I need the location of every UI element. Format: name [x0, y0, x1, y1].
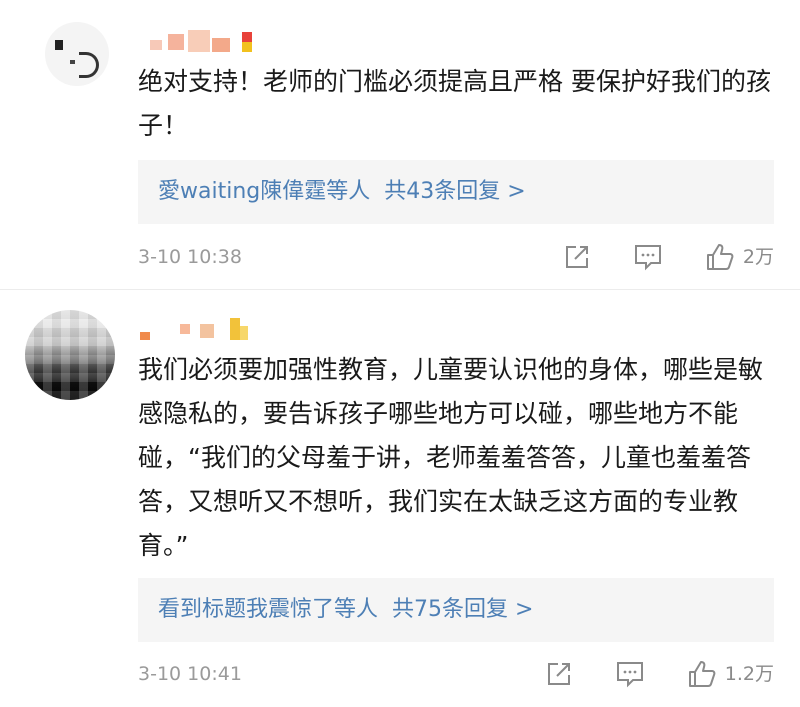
comment-text: 绝对支持！老师的门槛必须提高且严格 要保护好我们的孩子！: [138, 67, 771, 140]
reply-summary[interactable]: 愛waiting陳偉霆等人 共43条回复 >: [138, 160, 774, 224]
share-button[interactable]: [563, 243, 591, 271]
timestamp: 3-10 10:41: [138, 663, 242, 685]
like-button[interactable]: 1.2万: [687, 654, 774, 694]
share-icon: [565, 246, 588, 268]
comment-icon: [616, 662, 643, 688]
timestamp: 3-10 10:38: [138, 246, 242, 268]
reply-users[interactable]: 愛waiting陳偉霆等人: [158, 160, 370, 224]
thumbs-up-icon: [706, 244, 734, 270]
reply-users[interactable]: 看到标题我震惊了等人: [158, 578, 378, 642]
comment-meta: 3-10 10:41 1.2万: [138, 654, 774, 694]
comment-item: 我们必须要加强性教育，儿童要认识他的身体，哪些是敏感隐私的，要告诉孩子哪些地方可…: [0, 290, 800, 707]
avatar[interactable]: [45, 22, 109, 86]
username-blurred[interactable]: [150, 30, 270, 52]
share-button[interactable]: [545, 660, 573, 688]
action-bar: 1.2万: [545, 654, 774, 694]
username-blurred[interactable]: [140, 318, 260, 340]
avatar[interactable]: [25, 310, 115, 400]
like-count: 1.2万: [724, 663, 774, 685]
comment-button[interactable]: [615, 660, 645, 688]
reply-count-link[interactable]: 共43条回复 >: [384, 160, 525, 224]
comment-item: 绝对支持！老师的门槛必须提高且严格 要保护好我们的孩子！ 愛waiting陳偉霆…: [0, 0, 800, 290]
like-button[interactable]: 2万: [705, 237, 774, 277]
reply-summary[interactable]: 看到标题我震惊了等人 共75条回复 >: [138, 578, 774, 642]
action-bar: 2万: [563, 237, 774, 277]
share-icon: [547, 663, 570, 685]
reply-count-link[interactable]: 共75条回复 >: [392, 578, 533, 642]
comment-meta: 3-10 10:38 2万: [138, 237, 774, 277]
thumbs-up-icon: [688, 661, 716, 687]
like-count: 2万: [742, 246, 774, 268]
comment-button[interactable]: [633, 243, 663, 271]
comment-text: 我们必须要加强性教育，儿童要认识他的身体，哪些是敏感隐私的，要告诉孩子哪些地方可…: [138, 355, 764, 560]
comment-icon: [634, 245, 661, 271]
